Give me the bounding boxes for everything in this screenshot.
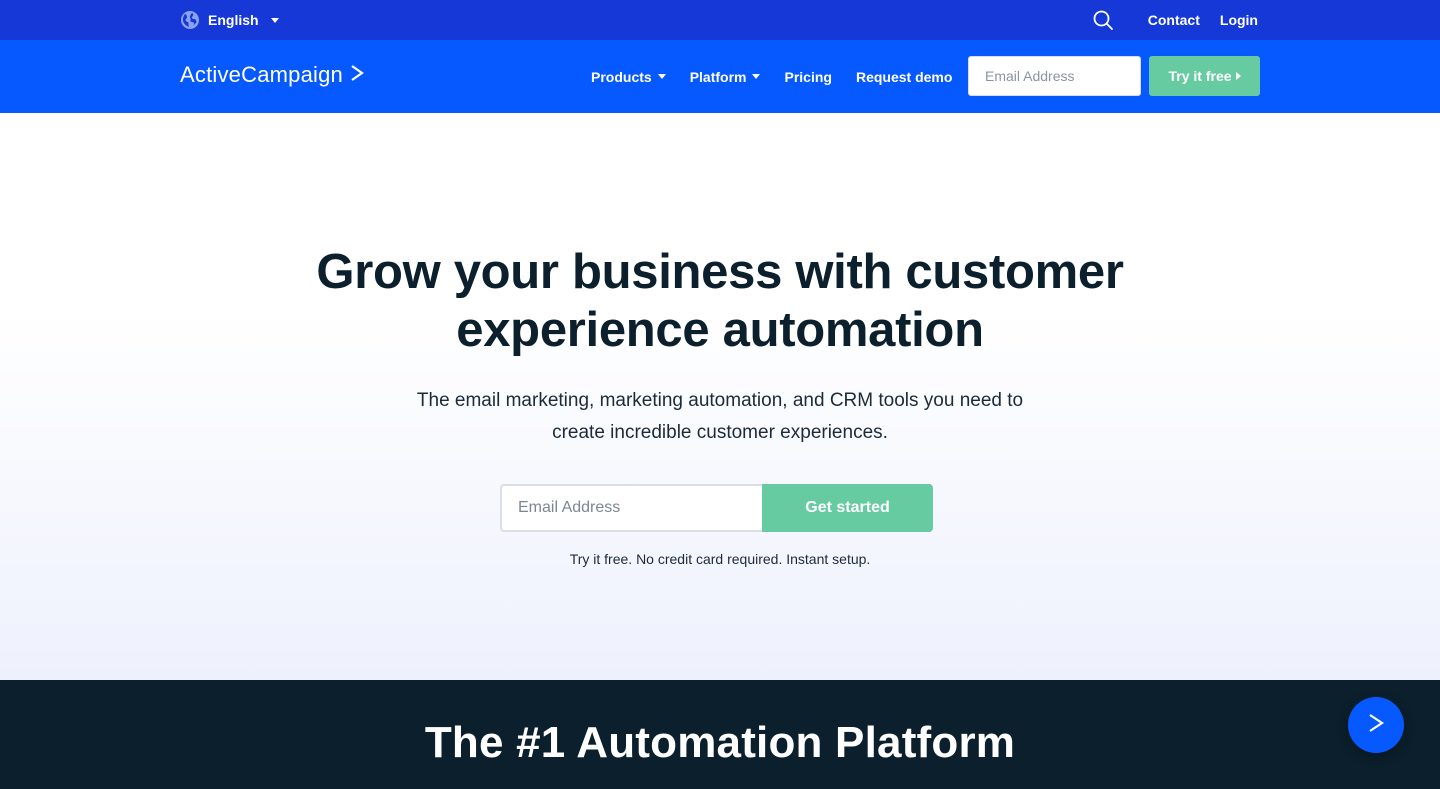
- hero-title-line-1: Grow your business with customer: [316, 245, 1124, 299]
- nav-item-label: Platform: [689, 68, 747, 85]
- globe-icon: [180, 10, 200, 30]
- logo[interactable]: ActiveCampaign: [180, 62, 364, 88]
- chevron-right-icon: [1366, 712, 1386, 739]
- hero-subtitle: The email marketing, marketing automatio…: [370, 385, 1070, 449]
- utility-bar-inner: English Contact Login: [180, 0, 1258, 40]
- nav-item-label: Request demo: [855, 68, 953, 85]
- get-started-button[interactable]: Get started: [762, 484, 933, 532]
- nav-item-request-demo[interactable]: Request demo: [856, 69, 952, 85]
- nav-email-input[interactable]: [968, 56, 1141, 96]
- nav-item-products[interactable]: Products: [591, 69, 666, 85]
- contact-link[interactable]: Contact: [1148, 12, 1200, 28]
- nav-item-label: Pricing: [784, 68, 832, 85]
- utility-bar: English Contact Login: [0, 0, 1440, 40]
- automation-platform-section: The #1 Automation Platform: [0, 680, 1440, 789]
- hero-email-input[interactable]: [500, 484, 762, 532]
- utility-links: Contact Login: [1093, 10, 1258, 30]
- chevron-down-icon: [657, 74, 666, 79]
- nav-item-label: Products: [591, 68, 652, 85]
- language-label: English: [208, 12, 259, 28]
- chevron-down-icon: [270, 17, 279, 23]
- hero-section: Grow your business with customer experie…: [0, 113, 1440, 680]
- hero-title: Grow your business with customer experie…: [220, 243, 1220, 359]
- hero-subtitle-line-1: The email marketing, marketing automatio…: [416, 390, 1024, 411]
- chat-launcher-button[interactable]: [1348, 697, 1404, 753]
- nav-links: Products Platform Pricing Request demo: [591, 40, 976, 113]
- language-selector[interactable]: English: [180, 10, 279, 30]
- nav-item-platform[interactable]: Platform: [690, 69, 761, 85]
- hero-signup-form: Get started: [500, 484, 933, 532]
- search-icon[interactable]: [1093, 10, 1113, 30]
- try-it-free-button[interactable]: Try it free: [1149, 56, 1260, 96]
- section-title: The #1 Automation Platform: [424, 718, 1016, 767]
- main-nav: ActiveCampaign Products Platform Pricing…: [0, 40, 1440, 113]
- try-it-free-label: Try it free: [1168, 68, 1232, 84]
- nav-item-pricing[interactable]: Pricing: [784, 69, 831, 85]
- chevron-right-logo-icon: [343, 62, 364, 88]
- login-link[interactable]: Login: [1220, 12, 1258, 28]
- hero-note: Try it free. No credit card required. In…: [569, 551, 871, 567]
- hero-title-line-2: experience automation: [456, 303, 984, 357]
- chevron-down-icon: [752, 74, 761, 79]
- logo-text: ActiveCampaign: [180, 62, 343, 87]
- hero-subtitle-line-2: create incredible customer experiences.: [552, 422, 888, 443]
- arrow-right-icon: [1235, 72, 1241, 80]
